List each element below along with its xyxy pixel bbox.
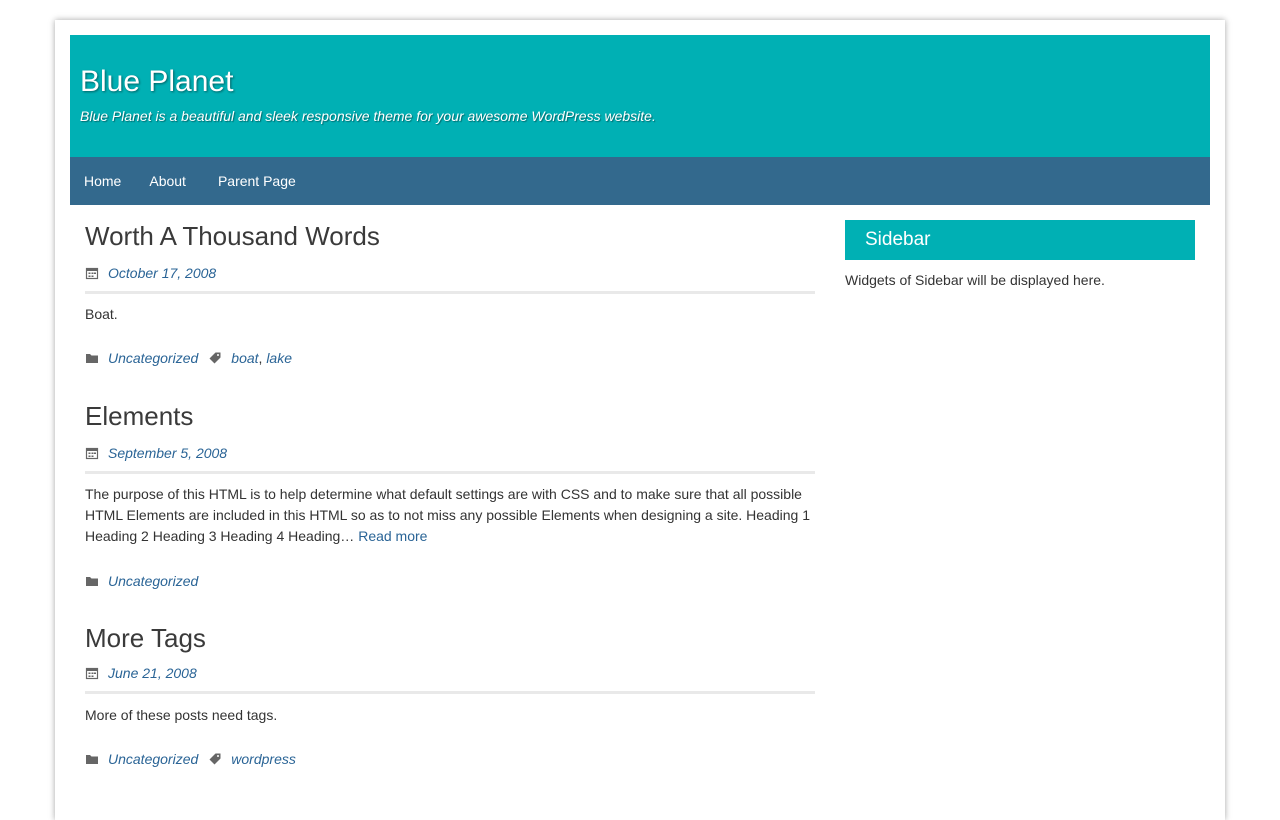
folder-icon (86, 755, 98, 764)
site-title[interactable]: Blue Planet (80, 65, 233, 99)
post-excerpt: The purpose of this HTML is to help dete… (85, 484, 815, 547)
main-navigation: Home About Parent Page (70, 157, 1210, 205)
calendar-icon (85, 267, 99, 280)
calendar-icon (85, 667, 99, 680)
posts-list: Worth A Thousand Words October 17, 2008 … (85, 218, 815, 769)
post-meta: June 21, 2008 (85, 662, 815, 684)
page-container: Blue Planet Blue Planet is a beautiful a… (55, 20, 1225, 820)
post: Elements September 5, 2008 The purpose o… (85, 398, 815, 620)
post-footer-meta: Uncategorized (85, 571, 815, 591)
post-meta: September 5, 2008 (85, 442, 815, 464)
divider (85, 691, 815, 694)
tag-icon (209, 753, 221, 765)
sidebar: Sidebar Widgets of Sidebar will be displ… (845, 220, 1195, 288)
tag-link-boat[interactable]: boat (231, 350, 258, 366)
category-link[interactable]: Uncategorized (108, 751, 198, 767)
post-date-link[interactable]: October 17, 2008 (108, 265, 216, 281)
tag-link-wordpress[interactable]: wordpress (231, 751, 296, 767)
category-link[interactable]: Uncategorized (108, 573, 198, 589)
divider (85, 291, 815, 294)
post-footer-meta: Uncategorized boat, lake (85, 348, 815, 368)
post-meta: October 17, 2008 (85, 262, 815, 284)
post: More Tags June 21, 2008 More of these po… (85, 620, 815, 769)
tag-link-lake[interactable]: lake (266, 350, 292, 366)
post-date-link[interactable]: June 21, 2008 (108, 665, 197, 681)
category-link[interactable]: Uncategorized (108, 350, 198, 366)
post-title[interactable]: Elements (85, 398, 815, 434)
folder-icon (86, 354, 98, 363)
site-description: Blue Planet is a beautiful and sleek res… (80, 108, 656, 124)
post-excerpt: More of these posts need tags. (85, 705, 815, 726)
nav-item-about[interactable]: About (135, 157, 204, 205)
post-title[interactable]: More Tags (85, 620, 815, 656)
tag-icon (209, 352, 221, 364)
post-excerpt: Boat. (85, 304, 815, 325)
sidebar-title: Sidebar (845, 220, 1195, 260)
post-date-link[interactable]: September 5, 2008 (108, 445, 227, 461)
nav-item-parent-page[interactable]: Parent Page (204, 157, 310, 205)
nav-item-home[interactable]: Home (70, 157, 135, 205)
read-more-link[interactable]: Read more (358, 528, 427, 544)
post-footer-meta: Uncategorized wordpress (85, 749, 815, 769)
folder-icon (86, 577, 98, 586)
sidebar-text: Widgets of Sidebar will be displayed her… (845, 272, 1105, 288)
post-excerpt-text: More of these posts need tags. (85, 707, 278, 723)
post-excerpt-text: Boat. (85, 306, 118, 322)
site-header: Blue Planet Blue Planet is a beautiful a… (70, 35, 1210, 157)
divider (85, 471, 815, 474)
post-excerpt-text: The purpose of this HTML is to help dete… (85, 486, 810, 544)
post-title[interactable]: Worth A Thousand Words (85, 218, 815, 254)
post: Worth A Thousand Words October 17, 2008 … (85, 218, 815, 398)
calendar-icon (85, 447, 99, 460)
